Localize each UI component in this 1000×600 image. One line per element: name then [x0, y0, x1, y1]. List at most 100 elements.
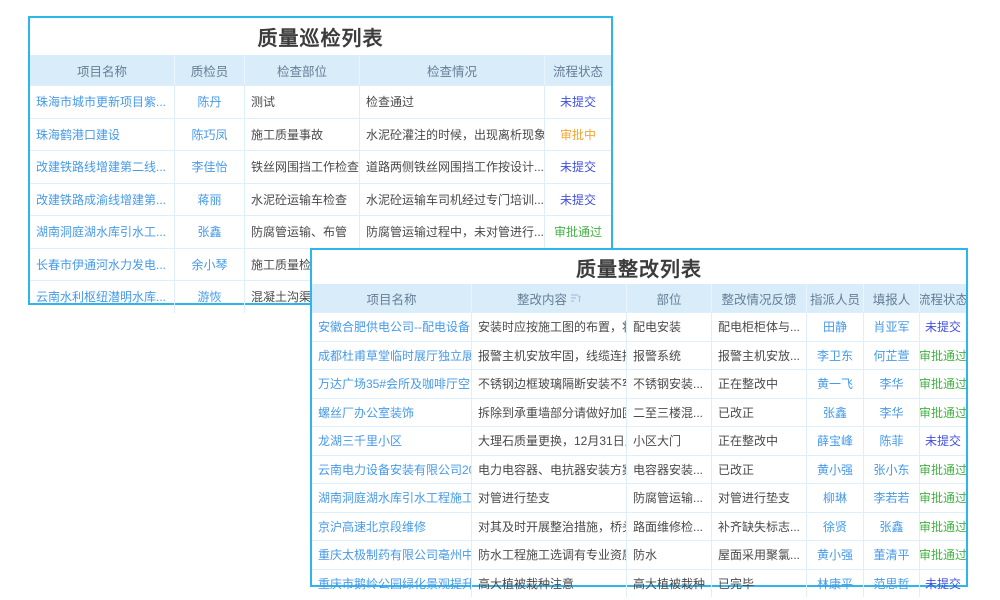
check-part-cell: 施工质量事故 — [245, 119, 360, 151]
part-cell: 防水 — [627, 541, 712, 569]
feedback-cell: 已完毕 — [712, 570, 807, 598]
reporter-name[interactable]: 肖亚军 — [864, 313, 920, 341]
check-situation-cell: 水泥砼运输车司机经过专门培训... — [360, 184, 545, 216]
status-badge: 未提交 — [920, 313, 966, 341]
table-row: 重庆市鹅岭公园绿化景观提升...高大植被栽种注意高大植被栽种已完毕林康平范思哲未… — [312, 569, 966, 598]
column-header-feedback: 整改情况反馈 — [712, 284, 807, 312]
project-name-link[interactable]: 重庆市鹅岭公园绿化景观提升... — [312, 570, 472, 598]
project-name-link[interactable]: 长春市伊通河水力发电... — [30, 249, 175, 281]
inspector-name[interactable]: 张鑫 — [175, 216, 245, 248]
project-name-link[interactable]: 珠海市城市更新项目紫... — [30, 86, 175, 118]
rectification-table-body: 安徽合肥供电公司--配电设备...安装时应按施工图的布置，将...配电安装配电柜… — [312, 312, 966, 597]
column-header-check-part: 检查部位 — [245, 55, 360, 85]
project-name-link[interactable]: 京沪高速北京段维修 — [312, 513, 472, 541]
reporter-name[interactable]: 李若若 — [864, 484, 920, 512]
assignee-name[interactable]: 黄小强 — [807, 456, 864, 484]
reporter-name[interactable]: 张小东 — [864, 456, 920, 484]
reporter-name[interactable]: 李华 — [864, 399, 920, 427]
status-badge: 审批通过 — [920, 513, 966, 541]
reporter-name[interactable]: 李华 — [864, 370, 920, 398]
inspection-table-header: 项目名称 质检员 检查部位 检查情况 流程状态 — [30, 55, 611, 85]
project-name-link[interactable]: 重庆太极制药有限公司亳州中... — [312, 541, 472, 569]
status-badge: 审批中 — [545, 119, 611, 151]
sort-icon — [571, 293, 581, 303]
check-part-cell: 防腐管运输、布管 — [245, 216, 360, 248]
reporter-name[interactable]: 张鑫 — [864, 513, 920, 541]
status-badge: 审批通过 — [920, 541, 966, 569]
feedback-cell: 已改正 — [712, 456, 807, 484]
inspector-name[interactable]: 蒋丽 — [175, 184, 245, 216]
rectify-content-cell: 对管进行垫支 — [472, 484, 627, 512]
project-name-link[interactable]: 改建铁路成渝线增建第... — [30, 184, 175, 216]
table-row: 改建铁路线增建第二线...李佳怡铁丝网围挡工作检查道路两侧铁丝网围挡工作按设计.… — [30, 150, 611, 183]
part-cell: 报警系统 — [627, 342, 712, 370]
status-badge: 未提交 — [545, 184, 611, 216]
inspector-name[interactable]: 余小琴 — [175, 249, 245, 281]
assignee-name[interactable]: 张鑫 — [807, 399, 864, 427]
reporter-name[interactable]: 陈菲 — [864, 427, 920, 455]
check-situation-cell: 道路两侧铁丝网围挡工作按设计... — [360, 151, 545, 183]
status-badge: 审批通过 — [920, 370, 966, 398]
status-badge: 审批通过 — [920, 399, 966, 427]
table-row: 珠海鹤港口建设陈巧凤施工质量事故水泥砼灌注的时候，出现离析现象审批中 — [30, 118, 611, 151]
rectify-content-cell: 拆除到承重墙部分请做好加固... — [472, 399, 627, 427]
assignee-name[interactable]: 柳琳 — [807, 484, 864, 512]
assignee-name[interactable]: 李卫东 — [807, 342, 864, 370]
assignee-name[interactable]: 林康平 — [807, 570, 864, 598]
assignee-name[interactable]: 黄一飞 — [807, 370, 864, 398]
rectification-table-header: 项目名称 整改内容 部位 整改情况反馈 指派人员 填报人 流程状态 — [312, 284, 966, 312]
rectification-table-card: 质量整改列表 项目名称 整改内容 部位 整改情况反馈 指派人员 填报人 流程状态 — [310, 248, 968, 587]
feedback-cell: 正在整改中 — [712, 370, 807, 398]
check-situation-cell: 水泥砼灌注的时候，出现离析现象 — [360, 119, 545, 151]
check-part-cell: 水泥砼运输车检查 — [245, 184, 360, 216]
reporter-name[interactable]: 范思哲 — [864, 570, 920, 598]
project-name-link[interactable]: 螺丝厂办公室装饰 — [312, 399, 472, 427]
assignee-name[interactable]: 徐贤 — [807, 513, 864, 541]
column-header-flow-status: 流程状态 — [545, 55, 611, 85]
column-header-part: 部位 — [627, 284, 712, 312]
check-situation-cell: 检查通过 — [360, 86, 545, 118]
feedback-cell: 已改正 — [712, 399, 807, 427]
status-badge: 审批通过 — [920, 456, 966, 484]
table-row: 湖南洞庭湖水库引水工程施工标对管进行垫支防腐管运输...对管进行垫支柳琳李若若审… — [312, 483, 966, 512]
column-header-rectify-content[interactable]: 整改内容 — [472, 284, 627, 312]
table-row: 云南电力设备安装有限公司20...电力电容器、电抗器安装方案...电容器安装..… — [312, 455, 966, 484]
project-name-link[interactable]: 龙湖三千里小区 — [312, 427, 472, 455]
reporter-name[interactable]: 董清平 — [864, 541, 920, 569]
rectify-content-cell: 报警主机安放牢固，线缆连接... — [472, 342, 627, 370]
assignee-name[interactable]: 黄小强 — [807, 541, 864, 569]
rectify-content-cell: 高大植被栽种注意 — [472, 570, 627, 598]
project-name-link[interactable]: 云南电力设备安装有限公司20... — [312, 456, 472, 484]
inspector-name[interactable]: 陈丹 — [175, 86, 245, 118]
rectification-table-title: 质量整改列表 — [312, 250, 966, 284]
project-name-link[interactable]: 安徽合肥供电公司--配电设备... — [312, 313, 472, 341]
table-row: 安徽合肥供电公司--配电设备...安装时应按施工图的布置，将...配电安装配电柜… — [312, 312, 966, 341]
project-name-link[interactable]: 湖南洞庭湖水库引水工程施工标 — [312, 484, 472, 512]
table-row: 湖南洞庭湖水库引水工...张鑫防腐管运输、布管防腐管运输过程中，未对管进行...… — [30, 215, 611, 248]
part-cell: 不锈钢安装... — [627, 370, 712, 398]
column-header-project-name: 项目名称 — [312, 284, 472, 312]
project-name-link[interactable]: 云南水利枢纽潜明水库... — [30, 281, 175, 313]
column-header-assignee: 指派人员 — [807, 284, 864, 312]
project-name-link[interactable]: 万达广场35#会所及咖啡厅空... — [312, 370, 472, 398]
column-header-flow-status: 流程状态 — [920, 284, 966, 312]
column-header-project-name: 项目名称 — [30, 55, 175, 85]
assignee-name[interactable]: 田静 — [807, 313, 864, 341]
table-row: 螺丝厂办公室装饰拆除到承重墙部分请做好加固...二至三楼混...已改正张鑫李华审… — [312, 398, 966, 427]
inspector-name[interactable]: 游恢 — [175, 281, 245, 313]
project-name-link[interactable]: 改建铁路线增建第二线... — [30, 151, 175, 183]
rectify-content-cell: 安装时应按施工图的布置，将... — [472, 313, 627, 341]
rectify-content-cell: 对其及时开展整治措施，桥头... — [472, 513, 627, 541]
inspector-name[interactable]: 陈巧凤 — [175, 119, 245, 151]
column-header-inspector: 质检员 — [175, 55, 245, 85]
project-name-link[interactable]: 湖南洞庭湖水库引水工... — [30, 216, 175, 248]
column-header-reporter: 填报人 — [864, 284, 920, 312]
check-part-cell: 测试 — [245, 86, 360, 118]
assignee-name[interactable]: 薛宝峰 — [807, 427, 864, 455]
status-badge: 未提交 — [920, 570, 966, 598]
reporter-name[interactable]: 何芷萱 — [864, 342, 920, 370]
feedback-cell: 对管进行垫支 — [712, 484, 807, 512]
project-name-link[interactable]: 成都杜甫草堂临时展厅独立展... — [312, 342, 472, 370]
inspector-name[interactable]: 李佳怡 — [175, 151, 245, 183]
project-name-link[interactable]: 珠海鹤港口建设 — [30, 119, 175, 151]
